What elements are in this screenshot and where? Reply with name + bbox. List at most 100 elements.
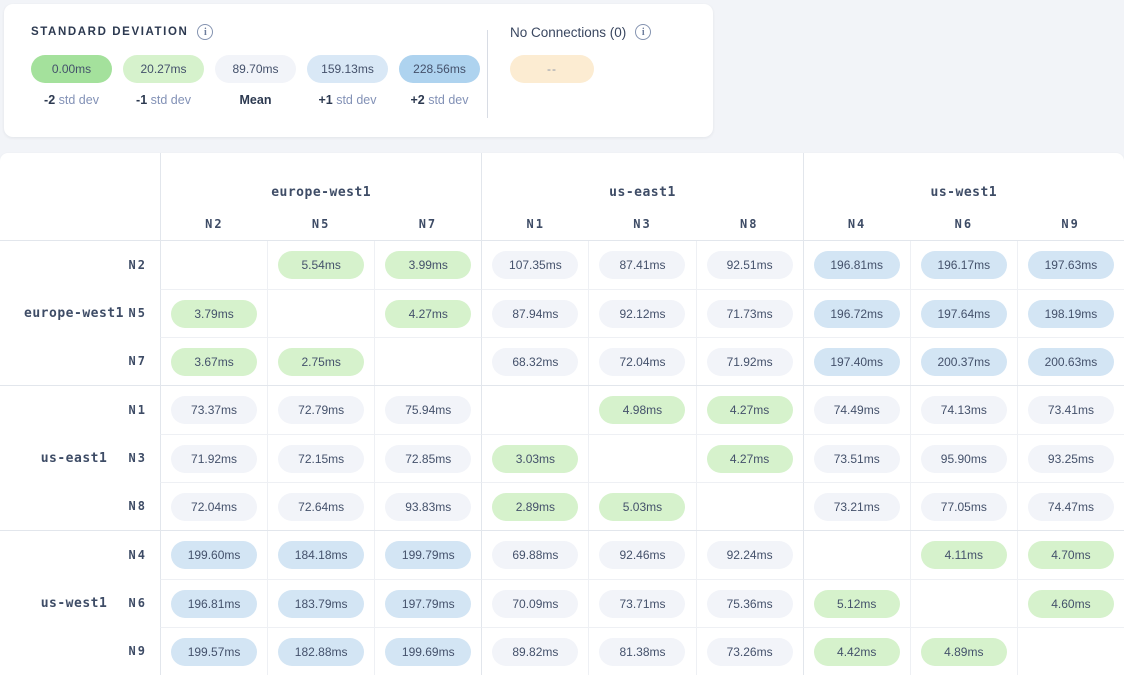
latency-pill: 196.72ms: [814, 300, 900, 328]
latency-pill: 72.79ms: [278, 396, 364, 424]
latency-cell: 92.12ms: [588, 289, 695, 337]
latency-pill: 73.21ms: [814, 493, 900, 521]
column-header-N9: N9: [1017, 217, 1124, 231]
latency-cell: 75.94ms: [374, 386, 481, 434]
matrix-row-N7: N73.67ms2.75ms68.32ms72.04ms71.92ms197.4…: [0, 337, 1124, 385]
latency-cell: [374, 337, 481, 385]
latency-cell: 71.73ms: [696, 289, 803, 337]
std-scale-label: Mean: [215, 93, 296, 107]
latency-cell: 184.18ms: [267, 531, 374, 579]
matrix-row-N2: N25.54ms3.99ms107.35ms87.41ms92.51ms196.…: [0, 241, 1124, 289]
latency-cell: [910, 579, 1017, 627]
latency-cell: 69.88ms: [481, 531, 588, 579]
matrix-row-N8: N872.04ms72.64ms93.83ms2.89ms5.03ms73.21…: [0, 482, 1124, 530]
latency-cell: 199.69ms: [374, 627, 481, 675]
info-icon[interactable]: i: [197, 24, 213, 40]
std-scale-label: +2 std dev: [399, 93, 480, 107]
latency-cell: [481, 386, 588, 434]
latency-pill: 75.36ms: [707, 590, 793, 618]
latency-cell: [588, 434, 695, 482]
matrix-row-N9: N9 199.57ms 182.88ms 199.69ms 89.82ms81.38ms…: [0, 627, 1124, 675]
latency-pill: 92.12ms: [599, 300, 685, 328]
matrix-row-N5: N5 3.79ms 4.27ms 87.94ms 92.12ms 71.73ms 196.7…: [0, 289, 1124, 337]
latency-pill: 92.24ms: [707, 541, 793, 569]
column-header-N2: N2: [161, 217, 268, 231]
latency-cell: 197.63ms: [1017, 241, 1124, 289]
latency-cell: 197.64ms: [910, 289, 1017, 337]
column-header-N5: N5: [268, 217, 375, 231]
column-node-labels: N4N6N9: [804, 217, 1124, 231]
std-scale-pill: 159.13ms: [307, 55, 388, 83]
column-header-N1: N1: [482, 217, 589, 231]
latency-pill: 198.19ms: [1028, 300, 1114, 328]
latency-pill: 4.70ms: [1028, 541, 1114, 569]
latency-cell: 3.99ms: [374, 241, 481, 289]
latency-cell: 3.79ms: [160, 289, 267, 337]
matrix-row-N3: N371.92ms72.15ms72.85ms3.03ms4.27ms73.51…: [0, 434, 1124, 482]
latency-pill: 199.79ms: [385, 541, 471, 569]
latency-pill: 71.92ms: [707, 348, 793, 376]
latency-cell: 200.63ms: [1017, 337, 1124, 385]
latency-pill: 182.88ms: [278, 638, 364, 666]
latency-cell: 92.24ms: [696, 531, 803, 579]
info-icon[interactable]: i: [635, 24, 651, 40]
latency-cell: 4.60ms: [1017, 579, 1124, 627]
legend-card: STANDARD DEVIATION i 0.00ms20.27ms89.70m…: [4, 4, 713, 137]
matrix-row-N4: N4199.60ms184.18ms199.79ms69.88ms92.46ms…: [0, 531, 1124, 579]
std-deviation-title: STANDARD DEVIATION: [31, 26, 188, 38]
latency-cell: 68.32ms: [481, 337, 588, 385]
std-deviation-legend: STANDARD DEVIATION i 0.00ms20.27ms89.70m…: [31, 24, 480, 107]
std-scale-label: +1 std dev: [307, 93, 388, 107]
column-header-N4: N4: [804, 217, 911, 231]
latency-cell: 70.09ms: [481, 579, 588, 627]
latency-pill: 200.63ms: [1028, 348, 1114, 376]
latency-cell: 81.38ms: [588, 627, 695, 675]
column-header-N3: N3: [589, 217, 696, 231]
latency-cell: 87.41ms: [588, 241, 695, 289]
latency-pill: 4.42ms: [814, 638, 900, 666]
latency-cell: 196.81ms: [160, 579, 267, 627]
no-connections-pill: --: [510, 55, 594, 83]
latency-pill: 87.94ms: [492, 300, 578, 328]
latency-pill: 184.18ms: [278, 541, 364, 569]
std-deviation-scale: 0.00ms20.27ms89.70ms159.13ms228.56ms: [31, 55, 480, 83]
row-header-N5: N5: [0, 289, 160, 337]
latency-cell: 74.47ms: [1017, 482, 1124, 530]
latency-pill: 5.54ms: [278, 251, 364, 279]
latency-pill: 199.60ms: [171, 541, 257, 569]
latency-pill: 196.17ms: [921, 251, 1007, 279]
latency-pill: 2.75ms: [278, 348, 364, 376]
latency-cell: 73.21ms: [803, 482, 910, 530]
latency-pill: 93.83ms: [385, 493, 471, 521]
row-header-N9: N9: [0, 627, 160, 675]
latency-cell: 183.79ms: [267, 579, 374, 627]
std-scale-label-bold: +1: [318, 93, 332, 107]
latency-pill: 4.98ms: [599, 396, 685, 424]
latency-pill: 4.27ms: [385, 300, 471, 328]
no-connections-title: No Connections (0): [510, 25, 626, 40]
latency-cell: 199.57ms: [160, 627, 267, 675]
std-scale-label-bold: -2: [44, 93, 55, 107]
latency-cell: 196.81ms: [803, 241, 910, 289]
latency-pill: 68.32ms: [492, 348, 578, 376]
latency-cell: 199.79ms: [374, 531, 481, 579]
latency-pill: 3.79ms: [171, 300, 257, 328]
latency-pill: 197.63ms: [1028, 251, 1114, 279]
latency-pill: 70.09ms: [492, 590, 578, 618]
latency-cell: 89.82ms: [481, 627, 588, 675]
matrix-row-N1: N173.37ms72.79ms75.94ms4.98ms4.27ms74.49…: [0, 386, 1124, 434]
latency-pill: 199.69ms: [385, 638, 471, 666]
latency-cell: 71.92ms: [160, 434, 267, 482]
latency-pill: 4.60ms: [1028, 590, 1114, 618]
latency-pill: 74.13ms: [921, 396, 1007, 424]
row-group-us-west1: us-west1N4199.60ms184.18ms199.79ms69.88m…: [0, 530, 1124, 675]
latency-cell: 197.40ms: [803, 337, 910, 385]
latency-cell: 73.26ms: [696, 627, 803, 675]
latency-cell: 182.88ms: [267, 627, 374, 675]
latency-pill: 92.51ms: [707, 251, 793, 279]
latency-cell: 197.79ms: [374, 579, 481, 627]
row-header-N4: N4: [0, 531, 160, 579]
latency-pill: 3.99ms: [385, 251, 471, 279]
latency-pill: 199.57ms: [171, 638, 257, 666]
latency-cell: 72.64ms: [267, 482, 374, 530]
